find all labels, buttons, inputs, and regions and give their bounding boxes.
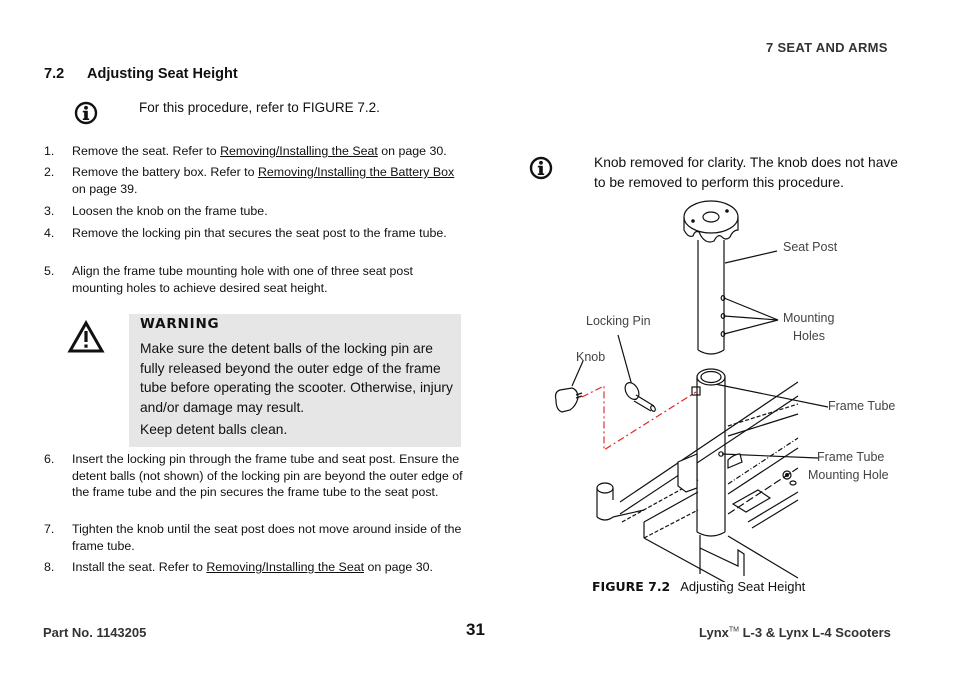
step-text-post: on page 30. (377, 144, 447, 158)
step-text: Tighten the knob until the seat post doe… (72, 522, 462, 553)
step-text: Insert the locking pin through the frame… (72, 452, 463, 499)
step-text-pre: Remove the seat. Refer to (72, 144, 221, 158)
section-number: 7.2 (44, 66, 65, 82)
knob (554, 387, 583, 413)
step-number: 2. (44, 165, 55, 179)
chapter-header: 7 SEAT AND ARMS (766, 40, 888, 55)
step-number: 8. (44, 560, 55, 574)
note-text: Knob removed for clarity. The knob does … (594, 155, 898, 190)
warning-title: WARNING (140, 316, 220, 332)
info-icon (74, 101, 98, 125)
footer-product-models: L-3 & Lynx L-4 Scooters (738, 625, 891, 640)
step-text-pre: Remove the battery box. Refer to (72, 165, 258, 179)
label-seat-post: Seat Post (783, 240, 838, 254)
footer-part-number: Part No. 1143205 (43, 625, 147, 640)
step-number: 5. (44, 264, 55, 278)
label-mounting-holes-line1: Mounting (783, 311, 835, 325)
step-number: 7. (44, 522, 55, 536)
cross-reference-link[interactable]: Removing/Installing the Seat (206, 560, 364, 574)
label-mounting-holes-line2: Holes (793, 329, 825, 343)
step-text: Remove the seat. Refer to Removing/Insta… (72, 143, 467, 160)
figure-caption-label: FIGURE 7.2 (592, 579, 671, 594)
step-text: Remove the battery box. Refer to Removin… (72, 164, 467, 197)
leader-seat-post (724, 250, 778, 264)
warning-text: Make sure the detent balls of the lockin… (140, 341, 453, 415)
step-text-post: on page 30. (364, 560, 433, 574)
seat-post (697, 240, 726, 355)
cross-reference-link[interactable]: Removing/Installing the Seat (220, 144, 378, 158)
warning-text-secondary: Keep detent balls clean. (140, 422, 288, 437)
step-text-pre: Install the seat. Refer to (72, 560, 207, 574)
trademark-symbol: TM (728, 626, 739, 634)
label-locking-pin: Locking Pin (586, 314, 651, 328)
label-knob: Knob (576, 350, 606, 364)
locking-pin (624, 382, 656, 412)
step-number: 1. (44, 144, 55, 158)
leader-mounting-hole-3 (723, 319, 779, 335)
warning-triangle-icon (67, 320, 105, 353)
step-number: 3. (44, 204, 55, 218)
seat-height-illustration (554, 200, 829, 582)
note-text: For this procedure, refer to FIGURE 7.2. (139, 100, 380, 115)
step-number: 6. (44, 452, 55, 466)
info-icon (529, 156, 553, 180)
cross-reference-link[interactable]: Removing/Installing the Battery Box (258, 165, 454, 179)
frame-tube (691, 368, 726, 537)
label-frame-tube-mounting-hole-line1: Frame Tube (817, 450, 885, 464)
step-text: Install the seat. Refer to Removing/Inst… (72, 559, 467, 576)
footer-product-brand: Lynx (699, 625, 729, 640)
step-text: Loosen the knob on the frame tube. (72, 204, 268, 218)
figure-caption-text: Adjusting Seat Height (680, 579, 806, 594)
footer-product-name: LynxTM L-3 & Lynx L-4 Scooters (699, 625, 891, 640)
footer-page-number: 31 (466, 620, 485, 639)
step-text: Remove the locking pin that secures the … (72, 226, 447, 240)
step-number: 4. (44, 226, 55, 240)
label-frame-tube-mounting-hole-line2: Mounting Hole (808, 468, 889, 482)
leader-frame-tube (714, 383, 829, 408)
section-title: 7.2 Adjusting Seat Height (44, 66, 238, 82)
step-text: Align the frame tube mounting hole with … (72, 264, 413, 295)
section-title-text: Adjusting Seat Height (87, 66, 238, 82)
figure-caption: FIGURE 7.2 Adjusting Seat Height (592, 579, 805, 594)
seat-post-plate (683, 200, 739, 243)
label-frame-tube: Frame Tube (828, 399, 896, 413)
step-text-post: on page 39. (72, 181, 138, 196)
figure-7-2: Seat Post Mounting Holes Locking Pin Kno… (548, 192, 908, 582)
